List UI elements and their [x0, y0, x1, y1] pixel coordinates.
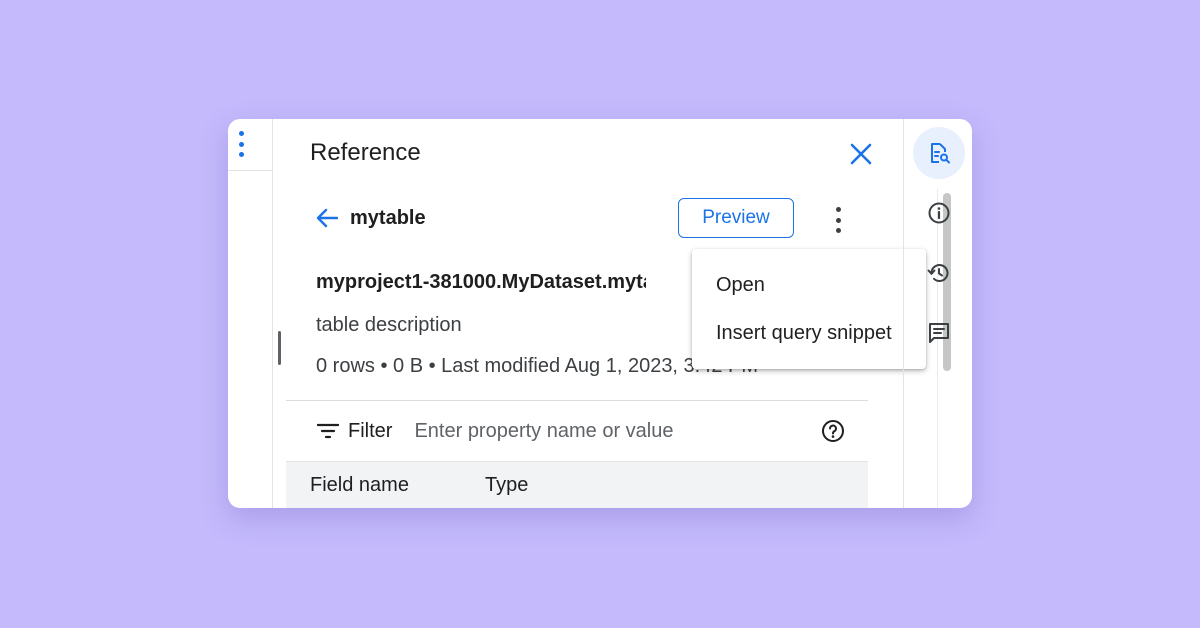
table-description: table description: [316, 314, 462, 336]
schema-table-header: Field name Type: [286, 461, 868, 508]
column-header-field-name[interactable]: Field name: [310, 474, 409, 497]
info-icon: [928, 202, 950, 224]
reference-search-icon: [931, 143, 950, 164]
filter-icon: [316, 419, 340, 443]
more-vert-icon[interactable]: [235, 131, 247, 157]
more-options-menu: Open Insert query snippet: [692, 249, 926, 369]
section-divider: [286, 400, 868, 401]
rail-info-button[interactable]: [913, 187, 965, 239]
back-button[interactable]: [314, 205, 340, 231]
table-header-row: mytable: [314, 205, 426, 231]
table-name: mytable: [350, 206, 426, 229]
rail-reference-button[interactable]: [913, 127, 965, 179]
left-column: [228, 119, 273, 508]
right-rail: [903, 119, 972, 508]
preview-button[interactable]: Preview: [678, 198, 794, 238]
arrow-back-icon: [316, 208, 338, 228]
help-icon[interactable]: [820, 418, 846, 444]
filter-bar: Filter: [316, 415, 846, 447]
menu-item-insert-query-snippet[interactable]: Insert query snippet: [716, 322, 892, 345]
filter-label: Filter: [348, 419, 393, 442]
close-icon: [850, 143, 872, 165]
history-icon: [927, 264, 949, 282]
rail-history-button[interactable]: [913, 247, 965, 299]
rail-comments-button[interactable]: [913, 307, 965, 359]
close-button[interactable]: [846, 139, 876, 169]
divider: [228, 170, 272, 171]
resize-handle[interactable]: [278, 331, 281, 365]
menu-item-open[interactable]: Open: [716, 274, 765, 297]
more-options-button[interactable]: [828, 207, 848, 233]
table-full-id: myproject1-381000.MyDataset.mytable: [316, 271, 646, 293]
comment-icon: [929, 323, 949, 343]
reference-panel: Reference mytable Preview myproject1-381…: [286, 119, 951, 508]
filter-input[interactable]: [412, 418, 797, 444]
panel-title: Reference: [310, 139, 421, 166]
column-header-type[interactable]: Type: [485, 474, 528, 497]
reference-card: Reference mytable Preview myproject1-381…: [228, 119, 972, 508]
